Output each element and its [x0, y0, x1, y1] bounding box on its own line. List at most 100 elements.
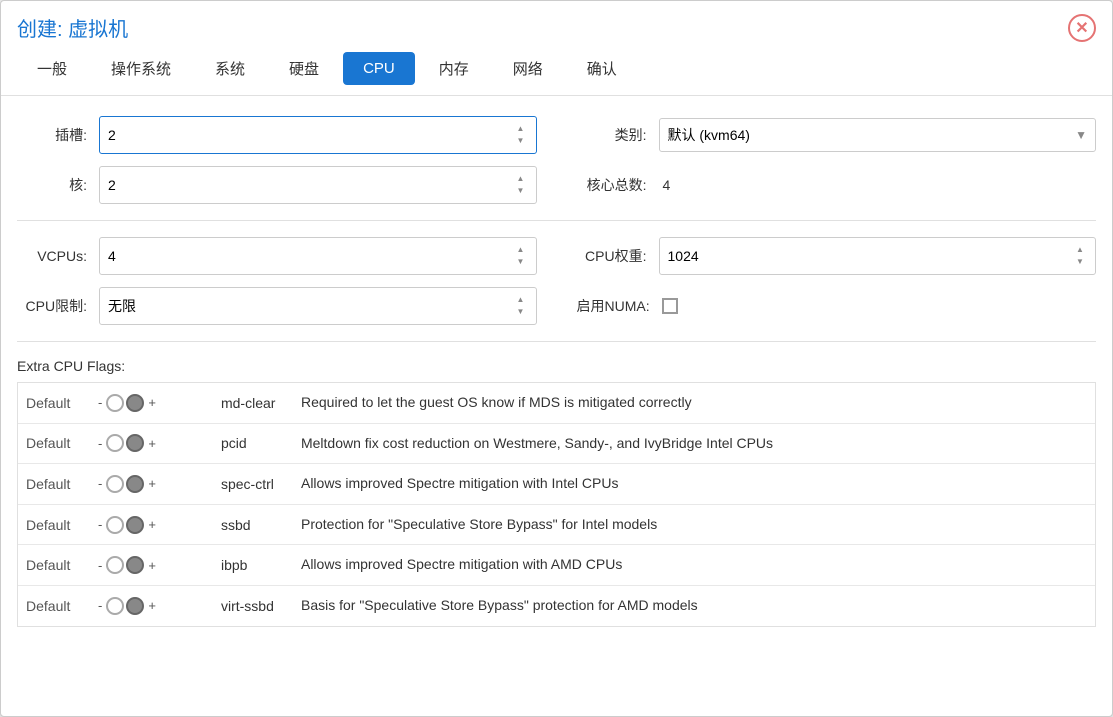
tab-memory[interactable]: 内存 [419, 50, 489, 87]
toggle-off-circle[interactable] [106, 597, 124, 615]
flag-toggle[interactable]: - + [88, 383, 213, 423]
toggle-group: - + [96, 516, 205, 534]
cpu-weight-row: CPU权重: ▲ ▼ [577, 237, 1097, 275]
cores-arrows: ▲ ▼ [514, 173, 528, 197]
toggle-minus-icon[interactable]: - [96, 598, 104, 613]
toggle-off-circle[interactable] [106, 516, 124, 534]
toggle-on-circle[interactable] [126, 394, 144, 412]
flag-description: Allows improved Spectre mitigation with … [293, 545, 1095, 586]
type-row: 类别: 默认 (kvm64) ▼ [577, 116, 1097, 154]
extra-flags-label: Extra CPU Flags: [17, 358, 1096, 374]
cores-down-arrow[interactable]: ▼ [514, 185, 528, 197]
close-button[interactable]: ✕ [1068, 14, 1096, 42]
flag-name: md-clear [213, 383, 293, 423]
flag-toggle[interactable]: - + [88, 464, 213, 505]
sockets-label: 插槽: [17, 125, 87, 145]
cores-label: 核: [17, 175, 87, 195]
flags-row: Default - + md-clear Required to let the… [18, 383, 1095, 423]
toggle-on-circle[interactable] [126, 556, 144, 574]
cpu-limit-input[interactable]: ▲ ▼ [99, 287, 537, 325]
create-vm-dialog: 创建: 虚拟机 ✕ 一般 操作系统 系统 硬盘 CPU 内存 网络 确认 插槽:… [0, 0, 1113, 717]
flags-row: Default - + ssbd Protection for "Specula… [18, 504, 1095, 545]
toggle-minus-icon[interactable]: - [96, 558, 104, 573]
total-cores-value: 4 [663, 177, 671, 193]
toggle-on-circle[interactable] [126, 597, 144, 615]
type-select[interactable]: 默认 (kvm64) ▼ [659, 118, 1097, 152]
toggle-plus-icon[interactable]: + [146, 436, 158, 451]
vcpus-arrows: ▲ ▼ [514, 244, 528, 268]
cpu-weight-field[interactable] [668, 248, 1074, 264]
tab-system[interactable]: 系统 [195, 50, 265, 87]
tab-disk[interactable]: 硬盘 [269, 50, 339, 87]
cores-input[interactable]: ▲ ▼ [99, 166, 537, 204]
flag-description: Allows improved Spectre mitigation with … [293, 464, 1095, 505]
toggle-off-circle[interactable] [106, 434, 124, 452]
toggle-group: - + [96, 597, 205, 615]
sockets-input[interactable]: ▲ ▼ [99, 116, 537, 154]
flags-container: Default - + md-clear Required to let the… [17, 382, 1096, 627]
tab-confirm[interactable]: 确认 [567, 50, 637, 87]
flag-description: Protection for "Speculative Store Bypass… [293, 504, 1095, 545]
toggle-plus-icon[interactable]: + [146, 558, 158, 573]
cpu-limit-down-arrow[interactable]: ▼ [514, 306, 528, 318]
tab-cpu[interactable]: CPU [343, 52, 415, 85]
flag-description: Basis for "Speculative Store Bypass" pro… [293, 585, 1095, 625]
flag-toggle[interactable]: - + [88, 504, 213, 545]
cores-up-arrow[interactable]: ▲ [514, 173, 528, 185]
flag-name: ssbd [213, 504, 293, 545]
total-cores-row: 核心总数: 4 [577, 166, 1097, 204]
toggle-on-circle[interactable] [126, 516, 144, 534]
sockets-up-arrow[interactable]: ▲ [514, 123, 528, 135]
flag-state: Default [18, 464, 88, 505]
flag-description: Required to let the guest OS know if MDS… [293, 383, 1095, 423]
toggle-group: - + [96, 394, 205, 412]
flag-state: Default [18, 545, 88, 586]
tab-network[interactable]: 网络 [493, 50, 563, 87]
vcpus-up-arrow[interactable]: ▲ [514, 244, 528, 256]
toggle-minus-icon[interactable]: - [96, 436, 104, 451]
sockets-field[interactable] [108, 127, 514, 143]
toggle-plus-icon[interactable]: + [146, 598, 158, 613]
toggle-plus-icon[interactable]: + [146, 476, 158, 491]
cpu-weight-down-arrow[interactable]: ▼ [1073, 256, 1087, 268]
numa-label: 启用NUMA: [577, 296, 650, 316]
toggle-minus-icon[interactable]: - [96, 476, 104, 491]
cpu-weight-input[interactable]: ▲ ▼ [659, 237, 1097, 275]
toggle-off-circle[interactable] [106, 556, 124, 574]
flag-name: pcid [213, 423, 293, 464]
dialog-header: 创建: 虚拟机 ✕ [1, 1, 1112, 42]
cpu-limit-field[interactable] [108, 298, 514, 314]
cpu-weight-label: CPU权重: [577, 246, 647, 266]
cpu-limit-up-arrow[interactable]: ▲ [514, 294, 528, 306]
tab-os[interactable]: 操作系统 [91, 50, 191, 87]
cpu-weight-up-arrow[interactable]: ▲ [1073, 244, 1087, 256]
toggle-on-circle[interactable] [126, 475, 144, 493]
tab-general[interactable]: 一般 [17, 50, 87, 87]
type-chevron-icon: ▼ [1075, 128, 1087, 142]
numa-checkbox[interactable] [662, 298, 678, 314]
toggle-minus-icon[interactable]: - [96, 517, 104, 532]
vcpus-field[interactable] [108, 248, 514, 264]
sockets-row: 插槽: ▲ ▼ [17, 116, 537, 154]
content-area: 插槽: ▲ ▼ 类别: 默认 (kvm64) ▼ 核: [1, 96, 1112, 647]
cores-field[interactable] [108, 177, 514, 193]
cpu-limit-row: CPU限制: ▲ ▼ [17, 287, 537, 325]
sockets-down-arrow[interactable]: ▼ [514, 135, 528, 147]
sockets-arrows: ▲ ▼ [514, 123, 528, 147]
flag-state: Default [18, 504, 88, 545]
flag-description: Meltdown fix cost reduction on Westmere,… [293, 423, 1095, 464]
section-hardware: 插槽: ▲ ▼ 类别: 默认 (kvm64) ▼ 核: [17, 116, 1096, 221]
tab-bar: 一般 操作系统 系统 硬盘 CPU 内存 网络 确认 [1, 42, 1112, 96]
toggle-on-circle[interactable] [126, 434, 144, 452]
vcpus-down-arrow[interactable]: ▼ [514, 256, 528, 268]
flag-toggle[interactable]: - + [88, 585, 213, 625]
toggle-plus-icon[interactable]: + [146, 517, 158, 532]
toggle-off-circle[interactable] [106, 394, 124, 412]
flag-toggle[interactable]: - + [88, 545, 213, 586]
flag-toggle[interactable]: - + [88, 423, 213, 464]
toggle-plus-icon[interactable]: + [146, 395, 158, 410]
vcpus-input[interactable]: ▲ ▼ [99, 237, 537, 275]
toggle-minus-icon[interactable]: - [96, 395, 104, 410]
toggle-off-circle[interactable] [106, 475, 124, 493]
flag-name: spec-ctrl [213, 464, 293, 505]
